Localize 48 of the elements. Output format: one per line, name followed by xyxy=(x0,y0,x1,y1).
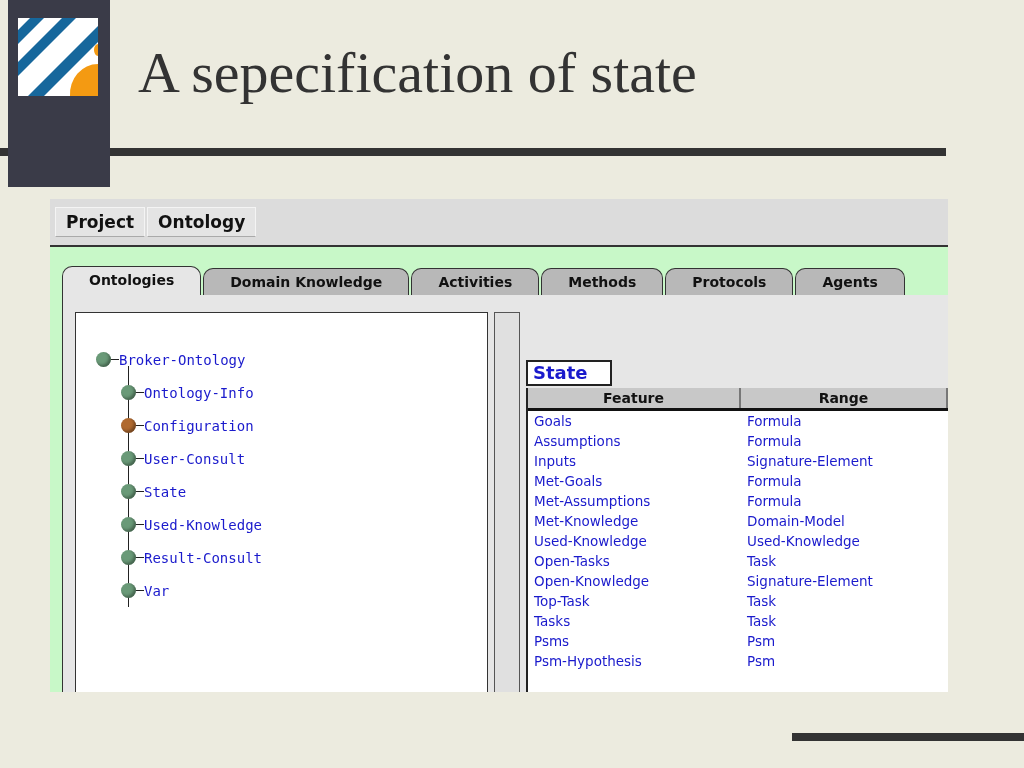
section-title: State xyxy=(526,360,612,386)
table-cell-text: Task xyxy=(746,553,778,569)
table-cell-text: Formula xyxy=(746,493,803,509)
table-cell-text: Task xyxy=(746,593,778,609)
table-cell-text: Formula xyxy=(746,413,803,429)
tab[interactable]: Activities xyxy=(411,268,540,295)
table-cell-text: Task xyxy=(746,613,778,629)
tree-item[interactable]: User-Consult xyxy=(144,450,246,467)
tab[interactable]: Methods xyxy=(541,268,664,295)
menu-item[interactable]: Project xyxy=(55,207,146,237)
tab[interactable]: Ontologies xyxy=(62,266,202,295)
tab[interactable]: Protocols xyxy=(665,268,794,295)
tree-item[interactable]: Ontology-Info xyxy=(144,384,254,401)
table-cell-text: Met-Assumptions xyxy=(533,493,652,509)
logo-icon xyxy=(18,18,98,96)
tab[interactable]: Agents xyxy=(795,268,905,295)
table-cell-text: Assumptions xyxy=(533,433,622,449)
table-cell-text: Used-Knowledge xyxy=(533,533,648,549)
table-cell-text: Used-Knowledge xyxy=(746,533,861,549)
table-cell-text: Signature-Element xyxy=(746,453,874,469)
tree-item[interactable]: Configuration xyxy=(144,417,254,434)
table-cell-text: Inputs xyxy=(533,453,577,469)
table-cell-text: Tasks xyxy=(533,613,572,629)
table-cell-text: Formula xyxy=(746,433,803,449)
table-cell-text: Met-Knowledge xyxy=(533,513,640,529)
table-cell-text: Psm xyxy=(746,633,777,649)
tree-item[interactable]: Broker-Ontology xyxy=(119,351,246,368)
tab[interactable]: Domain Knowledge xyxy=(203,268,410,295)
table-cell-text: Signature-Element xyxy=(746,573,874,589)
table-cell-text: Open-Knowledge xyxy=(533,573,651,589)
tree-item[interactable]: Result-Consult xyxy=(144,549,262,566)
table-cell-text: Top-Task xyxy=(533,593,591,609)
column-header[interactable]: Feature xyxy=(528,388,741,408)
scroll-bar[interactable] xyxy=(494,312,520,692)
column-header[interactable]: Range xyxy=(741,388,948,408)
table-cell-text: Formula xyxy=(746,473,803,489)
tree-item[interactable]: Var xyxy=(144,582,170,599)
slide-title: A sepecification of state xyxy=(138,44,697,102)
table-cell-text: Met-Goals xyxy=(533,473,604,489)
tree-item[interactable]: State xyxy=(144,483,187,500)
table-cell-text: Psm xyxy=(746,653,777,669)
menu-item[interactable]: Ontology xyxy=(147,207,257,237)
table-cell-text: Goals xyxy=(533,413,573,429)
tree-item[interactable]: Used-Knowledge xyxy=(144,516,262,533)
table-cell-text: Psms xyxy=(533,633,571,649)
table-cell-text: Open-Tasks xyxy=(533,553,611,569)
table-cell-text: Psm-Hypothesis xyxy=(533,653,643,669)
table-cell-text: Domain-Model xyxy=(746,513,846,529)
